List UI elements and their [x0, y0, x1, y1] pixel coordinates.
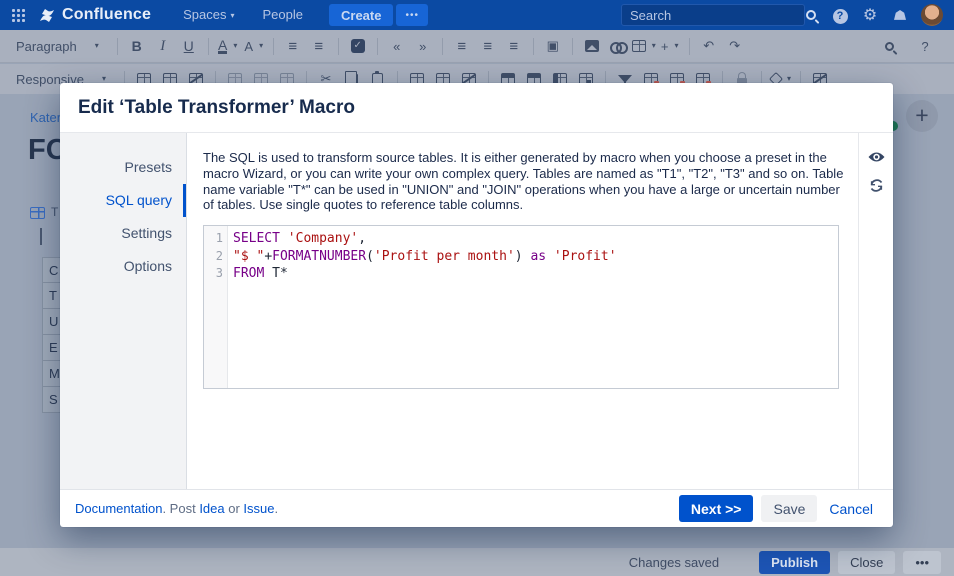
align-right-icon[interactable]: ≡: [501, 34, 527, 58]
text-cursor: [40, 228, 42, 245]
dialog-footer: Documentation. Post Idea or Issue. Next …: [60, 489, 893, 527]
product-name: Confluence: [62, 6, 151, 24]
chevron-down-icon: ▾: [675, 41, 679, 50]
macro-label: T: [51, 205, 58, 219]
chevron-down-icon: ▾: [231, 11, 235, 20]
chevron-down-icon: ▾: [652, 41, 656, 50]
numbered-list-icon[interactable]: ≡: [306, 34, 332, 58]
task-list-icon[interactable]: ✓: [345, 34, 371, 58]
table-transformer-macro-icon: [30, 207, 45, 219]
insert-image-icon[interactable]: [579, 34, 605, 58]
align-center-icon[interactable]: ≡: [475, 34, 501, 58]
chevron-down-icon: ▾: [233, 41, 237, 50]
chevron-down-icon: ▾: [787, 74, 791, 83]
undo-icon[interactable]: ↶: [696, 34, 722, 58]
issue-link[interactable]: Issue: [243, 501, 274, 516]
editor-more-button[interactable]: •••: [903, 551, 941, 574]
global-search[interactable]: [621, 4, 805, 26]
redo-icon[interactable]: ↷: [722, 34, 748, 58]
find-icon[interactable]: [876, 34, 902, 58]
sql-query-panel: The SQL is used to transform source tabl…: [187, 133, 858, 489]
chevron-down-icon: ▾: [259, 41, 263, 50]
documentation-links: Documentation. Post Idea or Issue.: [75, 501, 278, 516]
add-content-button[interactable]: +: [906, 100, 938, 132]
insert-link-icon[interactable]: [605, 34, 631, 58]
insert-table-icon[interactable]: ▾: [631, 34, 657, 58]
sql-description: The SQL is used to transform source tabl…: [203, 150, 848, 213]
tab-sql-query[interactable]: SQL query: [60, 184, 186, 217]
editor-toolbar-row1: Paragraph▾ BIUA▾A▾≡≡✓«»≡≡≡▣▾+▾↶↷ ?: [0, 30, 954, 63]
dialog-header: Edit ‘Table Transformer’ Macro: [60, 83, 893, 133]
editor-help-icon[interactable]: ?: [912, 34, 938, 58]
user-avatar[interactable]: [921, 4, 943, 26]
outdent-icon[interactable]: «: [384, 34, 410, 58]
dialog-tabs: PresetsSQL querySettingsOptions: [60, 133, 187, 489]
close-button[interactable]: Close: [838, 551, 895, 574]
confluence-logo-icon: [39, 8, 55, 23]
paragraph-style-dropdown[interactable]: Paragraph▾: [0, 39, 111, 54]
search-input[interactable]: [630, 8, 806, 23]
code-line-1: SELECT 'Company',: [233, 230, 617, 248]
publish-button[interactable]: Publish: [759, 551, 830, 574]
refresh-icon[interactable]: [869, 178, 884, 193]
nav-more-button[interactable]: •••: [396, 4, 428, 26]
cancel-button[interactable]: Cancel: [825, 501, 877, 517]
bold-icon[interactable]: B: [124, 34, 150, 58]
tab-presets[interactable]: Presets: [60, 151, 186, 184]
code-line-2: "$ "+FORMATNUMBER('Profit per month') as…: [233, 248, 617, 266]
dialog-side-rail: [858, 133, 893, 489]
tab-settings[interactable]: Settings: [60, 217, 186, 250]
italic-icon[interactable]: I: [150, 34, 176, 58]
nav-spaces[interactable]: Spaces▾: [169, 0, 248, 30]
breadcrumb[interactable]: Kater: [30, 110, 61, 125]
tab-options[interactable]: Options: [60, 250, 186, 283]
idea-link[interactable]: Idea: [199, 501, 224, 516]
dialog-title: Edit ‘Table Transformer’ Macro: [78, 97, 355, 119]
insert-more-icon[interactable]: +▾: [657, 34, 683, 58]
preview-eye-icon[interactable]: [868, 151, 885, 163]
align-left-icon[interactable]: ≡: [449, 34, 475, 58]
more-formatting-icon[interactable]: A▾: [241, 34, 267, 58]
indent-icon[interactable]: »: [410, 34, 436, 58]
page-layout-icon[interactable]: ▣: [540, 34, 566, 58]
nav-people[interactable]: People: [249, 0, 317, 30]
chevron-down-icon: ▾: [95, 41, 99, 50]
notifications-bell-icon[interactable]: [885, 7, 915, 23]
app-switcher-icon[interactable]: [11, 8, 25, 22]
documentation-link[interactable]: Documentation: [75, 501, 162, 516]
editor-bottom-bar: Changes saved Publish Close •••: [0, 548, 954, 576]
underline-icon[interactable]: U: [176, 34, 202, 58]
sql-code[interactable]: SELECT 'Company',"$ "+FORMATNUMBER('Prof…: [228, 226, 617, 388]
bullet-list-icon[interactable]: ≡: [280, 34, 306, 58]
save-status: Changes saved: [629, 555, 719, 570]
create-button[interactable]: Create: [329, 4, 393, 26]
code-line-3: FROM T*: [233, 265, 617, 283]
confluence-logo[interactable]: Confluence: [39, 6, 151, 24]
settings-gear-icon[interactable]: ⚙: [855, 5, 885, 25]
line-numbers: 123: [204, 226, 228, 388]
top-navbar: Confluence Spaces▾ People Create ••• ? ⚙: [0, 0, 954, 30]
next-button[interactable]: Next >>: [679, 495, 754, 522]
text-color-icon[interactable]: A▾: [215, 34, 241, 58]
save-button[interactable]: Save: [761, 495, 817, 522]
search-icon: [806, 10, 816, 20]
chevron-down-icon: ▾: [102, 74, 106, 83]
edit-macro-dialog: Edit ‘Table Transformer’ Macro PresetsSQ…: [60, 83, 893, 527]
help-icon[interactable]: ?: [825, 6, 855, 24]
sql-code-editor[interactable]: 123 SELECT 'Company',"$ "+FORMATNUMBER('…: [203, 225, 839, 389]
